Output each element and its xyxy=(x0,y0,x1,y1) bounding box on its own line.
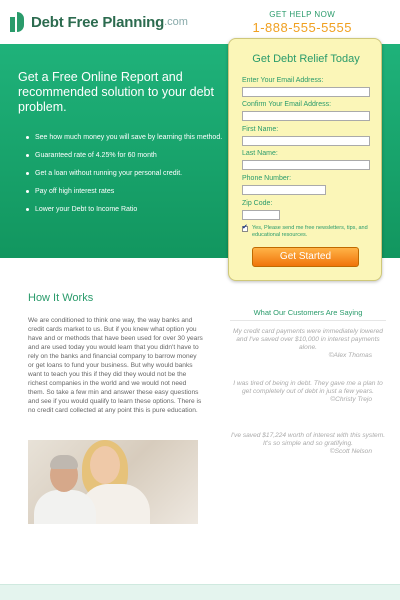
confirm-email-input[interactable] xyxy=(242,111,370,121)
help-contact: GET HELP NOW 1-888-555-5555 xyxy=(252,10,352,35)
help-label: GET HELP NOW xyxy=(269,10,336,19)
form-title: Get Debt Relief Today xyxy=(252,53,360,65)
benefit-item: See how much money you will save by lear… xyxy=(26,133,226,142)
first-name-label: First Name: xyxy=(242,126,279,133)
confirm-email-label: Confirm Your Email Address: xyxy=(242,101,332,108)
testimonial-author: ©Christy Trejo xyxy=(330,396,372,403)
email-label: Enter Your Email Address: xyxy=(242,77,324,84)
how-it-works-title: How It Works xyxy=(28,292,94,304)
zip-code-input[interactable] xyxy=(242,210,280,220)
zip-code-label: Zip Code: xyxy=(242,200,273,207)
newsletter-consent: Yes, Please send me free newsletters, ti… xyxy=(242,224,372,239)
testimonial: My credit card payments were immediately… xyxy=(228,328,388,360)
logo-text: Debt Free Planning xyxy=(31,13,165,31)
benefit-item: Get a loan without running your personal… xyxy=(26,169,226,178)
consent-text: Yes, Please send me free newsletters, ti… xyxy=(252,225,368,238)
first-name-input[interactable] xyxy=(242,136,370,146)
benefit-item: Pay off high interest rates xyxy=(26,187,226,196)
get-started-button[interactable]: Get Started xyxy=(252,247,359,267)
phone-input[interactable] xyxy=(242,185,326,195)
benefit-item: Guaranteed rate of 4.25% for 60 month xyxy=(26,151,226,160)
benefit-item: Lower your Debt to Income Ratio xyxy=(26,205,226,214)
testimonial-author: ©Alex Thomas xyxy=(328,352,372,359)
testimonial-quote: I was tired of being in debt. They gave … xyxy=(233,380,383,395)
phone-number-link[interactable]: 1-888-555-5555 xyxy=(252,20,352,35)
last-name-input[interactable] xyxy=(242,160,370,170)
testimonial-quote: My credit card payments were immediately… xyxy=(233,328,383,351)
divider xyxy=(230,320,386,321)
testimonials-title: What Our Customers Are Saying xyxy=(253,308,363,317)
how-it-works-text: We are conditioned to think one way, the… xyxy=(28,317,203,414)
debt-free-logo-icon xyxy=(10,12,26,32)
phone-label: Phone Number: xyxy=(242,175,292,182)
email-input[interactable] xyxy=(242,87,370,97)
testimonial-quote: I've saved $17,224 worth of interest wit… xyxy=(230,432,386,447)
testimonial-author: ©Scott Nelson xyxy=(329,448,372,455)
checkmark-icon[interactable] xyxy=(242,224,248,232)
happy-couple-photo xyxy=(28,440,198,524)
debt-relief-form: Get Debt Relief Today Enter Your Email A… xyxy=(228,38,382,281)
hero-title: Get a Free Online Report and recommended… xyxy=(18,70,214,114)
logo-suffix: .com xyxy=(164,16,188,28)
last-name-label: Last Name: xyxy=(242,150,278,157)
footer-strip xyxy=(0,584,400,600)
benefits-list: See how much money you will save by lear… xyxy=(26,133,226,223)
site-logo[interactable]: Debt Free Planning .com xyxy=(10,12,188,32)
testimonial: I was tired of being in debt. They gave … xyxy=(228,380,388,404)
testimonial: I've saved $17,224 worth of interest wit… xyxy=(228,432,388,456)
